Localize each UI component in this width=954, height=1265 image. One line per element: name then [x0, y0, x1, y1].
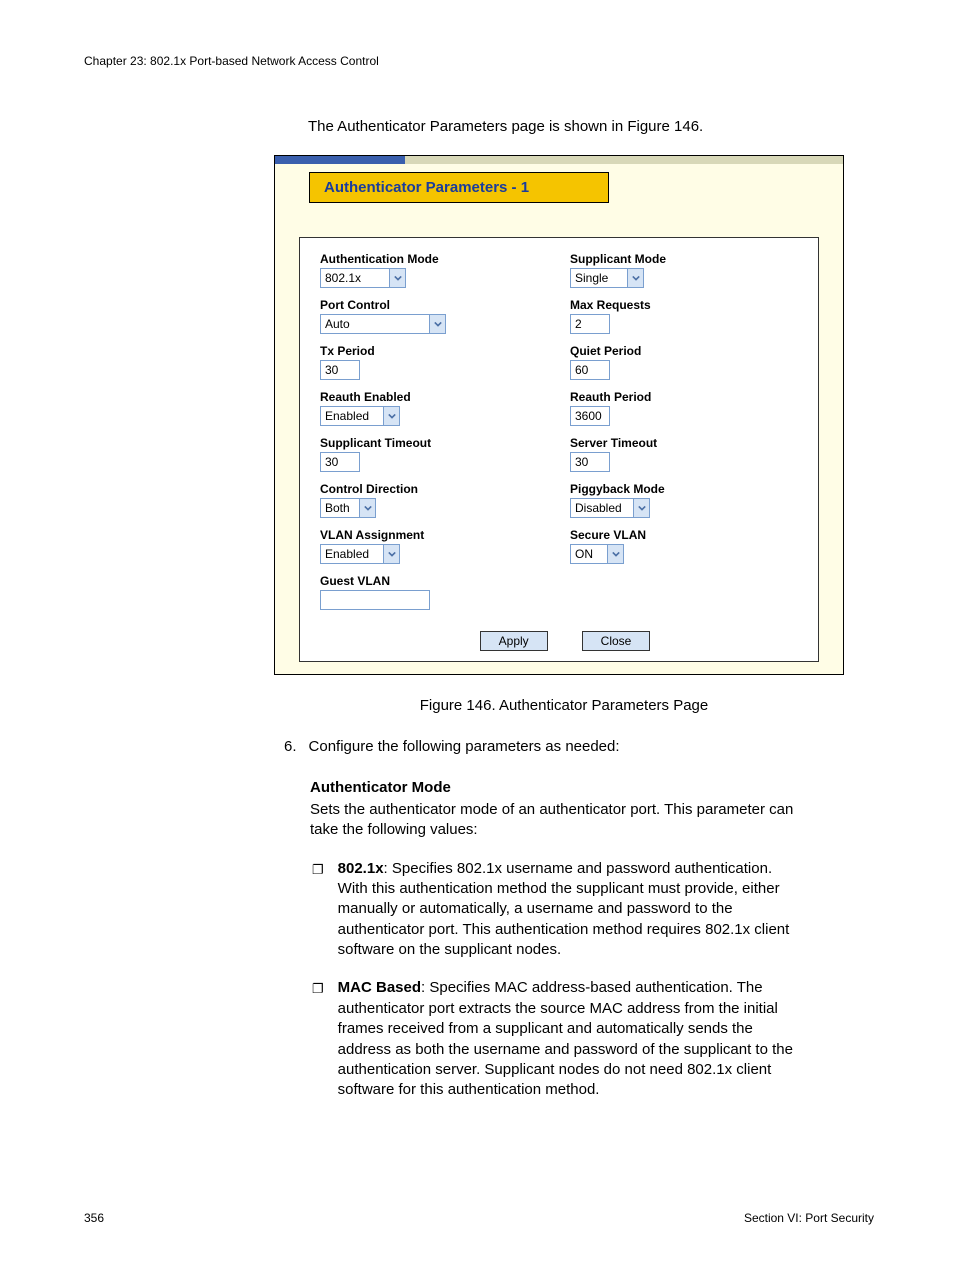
max-req-label: Max Requests — [570, 298, 810, 312]
max-req-value: 2 — [571, 315, 609, 333]
bullet-body: : Specifies MAC address-based authentica… — [338, 979, 793, 1098]
chevron-down-icon[interactable] — [429, 315, 445, 333]
reauth-enabled-label: Reauth Enabled — [320, 390, 560, 404]
control-dir-value: Both — [321, 499, 359, 517]
server-timeout-value: 30 — [571, 453, 609, 471]
server-timeout-input[interactable]: 30 — [570, 452, 610, 472]
figure-container: Authenticator Parameters - 1 Authenticat… — [274, 155, 844, 675]
tx-period-label: Tx Period — [320, 344, 560, 358]
chevron-down-icon[interactable] — [389, 269, 405, 287]
auth-mode-select[interactable]: 802.1x — [320, 268, 406, 288]
panel-title: Authenticator Parameters - 1 — [309, 172, 609, 203]
supp-mode-select[interactable]: Single — [570, 268, 644, 288]
reauth-period-input[interactable]: 3600 — [570, 406, 610, 426]
bullet-mac-based: ❐ MAC Based: Specifies MAC address-based… — [312, 978, 804, 1100]
right-column: Supplicant Mode Single Max Requests 2 — [570, 252, 810, 623]
reauth-enabled-select[interactable]: Enabled — [320, 406, 400, 426]
param-authenticator-mode: Authenticator Mode Sets the authenticato… — [310, 779, 794, 841]
piggyback-value: Disabled — [571, 499, 633, 517]
step-text: Configure the following parameters as ne… — [309, 738, 620, 755]
bullet-8021x: ❐ 802.1x: Specifies 802.1x username and … — [312, 859, 804, 961]
guest-vlan-value — [321, 591, 429, 609]
quiet-value: 60 — [571, 361, 609, 379]
piggyback-select[interactable]: Disabled — [570, 498, 650, 518]
auth-mode-label: Authentication Mode — [320, 252, 560, 266]
bullet-icon: ❐ — [312, 978, 324, 1100]
close-button[interactable]: Close — [582, 631, 651, 651]
chevron-down-icon[interactable] — [359, 499, 375, 517]
port-control-select[interactable]: Auto — [320, 314, 446, 334]
reauth-period-label: Reauth Period — [570, 390, 810, 404]
supp-mode-value: Single — [571, 269, 627, 287]
quiet-input[interactable]: 60 — [570, 360, 610, 380]
bullet-lead: 802.1x — [338, 860, 384, 877]
left-column: Authentication Mode 802.1x Port Control … — [320, 252, 560, 623]
control-dir-select[interactable]: Both — [320, 498, 376, 518]
port-control-value: Auto — [321, 315, 429, 333]
supp-timeout-label: Supplicant Timeout — [320, 436, 560, 450]
intro-text: The Authenticator Parameters page is sho… — [308, 118, 874, 135]
secure-vlan-value: ON — [571, 545, 607, 563]
section-label: Section VI: Port Security — [744, 1211, 874, 1225]
vlan-assign-value: Enabled — [321, 545, 383, 563]
max-req-input[interactable]: 2 — [570, 314, 610, 334]
param-title: Authenticator Mode — [310, 779, 794, 796]
supp-mode-label: Supplicant Mode — [570, 252, 810, 266]
vlan-assign-select[interactable]: Enabled — [320, 544, 400, 564]
secure-vlan-select[interactable]: ON — [570, 544, 624, 564]
supp-timeout-input[interactable]: 30 — [320, 452, 360, 472]
supp-timeout-value: 30 — [321, 453, 359, 471]
chevron-down-icon[interactable] — [383, 407, 399, 425]
bullet-body: : Specifies 802.1x username and password… — [338, 860, 790, 959]
chevron-down-icon[interactable] — [607, 545, 623, 563]
auth-mode-value: 802.1x — [321, 269, 389, 287]
reauth-enabled-value: Enabled — [321, 407, 383, 425]
page-number: 356 — [84, 1211, 104, 1225]
quiet-label: Quiet Period — [570, 344, 810, 358]
bullet-list: ❐ 802.1x: Specifies 802.1x username and … — [312, 859, 804, 1101]
form-box: Authentication Mode 802.1x Port Control … — [299, 237, 819, 662]
chevron-down-icon[interactable] — [383, 545, 399, 563]
tx-period-input[interactable]: 30 — [320, 360, 360, 380]
chevron-down-icon[interactable] — [633, 499, 649, 517]
chevron-down-icon[interactable] — [627, 269, 643, 287]
tx-period-value: 30 — [321, 361, 359, 379]
figure-caption: Figure 146. Authenticator Parameters Pag… — [254, 697, 874, 714]
piggyback-label: Piggyback Mode — [570, 482, 810, 496]
step-6: 6. Configure the following parameters as… — [284, 738, 874, 755]
step-number: 6. — [284, 738, 297, 755]
apply-button[interactable]: Apply — [480, 631, 548, 651]
window-accent — [275, 156, 843, 164]
server-timeout-label: Server Timeout — [570, 436, 810, 450]
control-dir-label: Control Direction — [320, 482, 560, 496]
vlan-assign-label: VLAN Assignment — [320, 528, 560, 542]
guest-vlan-label: Guest VLAN — [320, 574, 560, 588]
param-desc: Sets the authenticator mode of an authen… — [310, 800, 794, 841]
bullet-icon: ❐ — [312, 859, 324, 961]
port-control-label: Port Control — [320, 298, 560, 312]
reauth-period-value: 3600 — [571, 407, 609, 425]
guest-vlan-input[interactable] — [320, 590, 430, 610]
chapter-header: Chapter 23: 802.1x Port-based Network Ac… — [84, 54, 874, 68]
bullet-lead: MAC Based — [338, 979, 421, 996]
secure-vlan-label: Secure VLAN — [570, 528, 810, 542]
